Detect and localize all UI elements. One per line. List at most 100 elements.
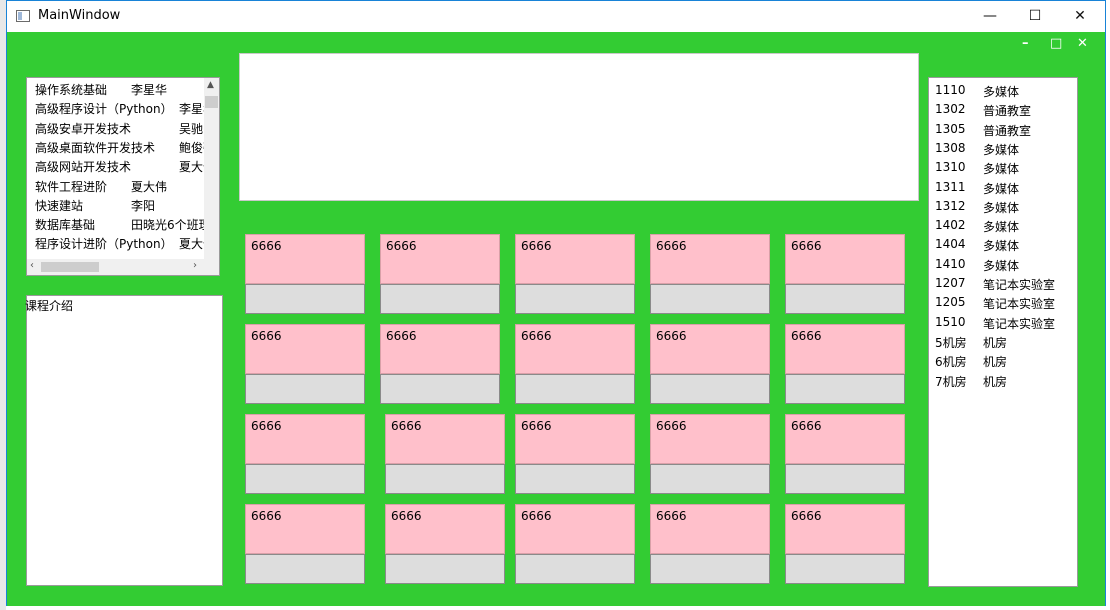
course-name: 快速建站 bbox=[35, 198, 84, 213]
room-number: 1310 bbox=[935, 160, 966, 175]
schedule-cell-slot[interactable] bbox=[650, 284, 770, 314]
schedule-cell-slot[interactable] bbox=[515, 374, 635, 404]
course-name: 软件工程进阶 bbox=[35, 179, 108, 194]
inner-close-button[interactable]: ✕ bbox=[1077, 36, 1088, 51]
maximize-button[interactable]: ☐ bbox=[1012, 1, 1058, 31]
room-type: 笔记本实验室 bbox=[983, 278, 1056, 292]
course-name: 高级程序设计（Python） bbox=[35, 102, 173, 117]
course-list[interactable]: 操作系统基础 李星华 高级程序设计（Python） 李星华 高级安卓开发技术 吴驰 高级桌面… bbox=[26, 77, 220, 276]
schedule-cell-slot[interactable] bbox=[245, 464, 365, 494]
schedule-cell-slot[interactable] bbox=[385, 464, 505, 494]
schedule-cell[interactable]: 6666 bbox=[515, 234, 635, 284]
schedule-cell-slot[interactable] bbox=[785, 554, 905, 584]
course-name: 程序设计进阶（Python） bbox=[35, 237, 173, 252]
schedule-cell-slot[interactable] bbox=[650, 554, 770, 584]
schedule-cell[interactable]: 6666 bbox=[245, 234, 365, 284]
schedule-cell-slot[interactable] bbox=[515, 464, 635, 494]
schedule-cell-label: 6666 bbox=[251, 419, 282, 433]
room-type: 普通教室 bbox=[983, 123, 1032, 138]
schedule-cell-slot[interactable] bbox=[515, 284, 635, 314]
schedule-cell[interactable]: 6666 bbox=[785, 324, 905, 374]
course-teacher: 夏大伟 bbox=[131, 179, 168, 194]
schedule-cell[interactable]: 6666 bbox=[785, 414, 905, 464]
schedule-cell[interactable]: 6666 bbox=[245, 414, 365, 464]
schedule-cell-label: 6666 bbox=[656, 239, 687, 253]
schedule-cell[interactable]: 6666 bbox=[245, 324, 365, 374]
scroll-right-icon[interactable]: › bbox=[193, 260, 197, 271]
schedule-cell[interactable]: 6666 bbox=[785, 234, 905, 284]
schedule-cell[interactable]: 6666 bbox=[380, 234, 500, 284]
schedule-cell[interactable]: 6666 bbox=[515, 504, 635, 554]
room-number: 1404 bbox=[935, 237, 966, 252]
room-type: 多媒体 bbox=[983, 258, 1020, 273]
room-list[interactable]: 1110 多媒体 1302 普通教室 1305 普通教室 1308 多媒体 1310 多媒体 131… bbox=[928, 77, 1078, 587]
schedule-cell[interactable]: 6666 bbox=[650, 324, 770, 374]
schedule-cell[interactable]: 6666 bbox=[650, 504, 770, 554]
inner-minimize-button[interactable]: – bbox=[1022, 36, 1029, 51]
course-list-horizontal-scrollbar[interactable]: ‹ › bbox=[27, 259, 205, 275]
schedule-cell[interactable]: 6666 bbox=[650, 234, 770, 284]
schedule-cell[interactable]: 6666 bbox=[380, 324, 500, 374]
schedule-cell-slot[interactable] bbox=[385, 554, 505, 584]
room-number: 1205 bbox=[935, 295, 966, 310]
room-number: 1402 bbox=[935, 218, 966, 233]
course-list-vertical-scrollbar[interactable]: ▲ bbox=[204, 78, 219, 260]
schedule-cell-label: 6666 bbox=[791, 239, 822, 253]
schedule-cell-slot[interactable] bbox=[785, 374, 905, 404]
schedule-cell[interactable]: 6666 bbox=[245, 504, 365, 554]
room-number: 7机房 bbox=[935, 374, 967, 389]
schedule-cell-label: 6666 bbox=[251, 239, 282, 253]
schedule-cell-label: 6666 bbox=[386, 239, 417, 253]
minimize-button[interactable]: — bbox=[967, 1, 1013, 31]
schedule-cell-label: 6666 bbox=[791, 419, 822, 433]
course-name: 数据库基础 bbox=[35, 218, 96, 233]
room-type: 多媒体 bbox=[983, 200, 1020, 215]
schedule-cell[interactable]: 6666 bbox=[385, 414, 505, 464]
schedule-cell-slot[interactable] bbox=[380, 284, 500, 314]
schedule-cell-slot[interactable] bbox=[650, 464, 770, 494]
schedule-cell-slot[interactable] bbox=[515, 554, 635, 584]
room-number: 1312 bbox=[935, 198, 966, 213]
room-type: 笔记本实验室 bbox=[983, 316, 1056, 331]
scroll-up-icon[interactable]: ▲ bbox=[207, 80, 214, 90]
schedule-cell-label: 6666 bbox=[656, 329, 687, 343]
schedule-cell-slot[interactable] bbox=[785, 284, 905, 314]
schedule-cell[interactable]: 6666 bbox=[785, 504, 905, 554]
scroll-left-icon[interactable]: ‹ bbox=[30, 260, 34, 271]
course-name: 操作系统基础 bbox=[35, 83, 108, 97]
schedule-cell[interactable]: 6666 bbox=[515, 324, 635, 374]
schedule-cell-slot[interactable] bbox=[245, 374, 365, 404]
display-box[interactable] bbox=[239, 53, 919, 201]
schedule-cell-label: 6666 bbox=[521, 239, 552, 253]
schedule-cell-label: 6666 bbox=[521, 419, 552, 433]
close-button[interactable]: ✕ bbox=[1057, 1, 1103, 31]
room-type: 多媒体 bbox=[983, 85, 1020, 99]
schedule-cell[interactable]: 6666 bbox=[515, 414, 635, 464]
inner-maximize-button[interactable]: □ bbox=[1050, 36, 1062, 51]
room-number: 1311 bbox=[935, 179, 966, 194]
app-icon bbox=[16, 10, 30, 22]
schedule-cell-label: 6666 bbox=[521, 329, 552, 343]
course-intro-panel[interactable]: 课程介绍 bbox=[25, 295, 223, 586]
course-teacher: 吴驰 bbox=[179, 121, 204, 136]
room-type: 多媒体 bbox=[983, 162, 1020, 177]
schedule-cell-label: 6666 bbox=[791, 329, 822, 343]
schedule-cell[interactable]: 6666 bbox=[650, 414, 770, 464]
room-number: 1305 bbox=[935, 121, 966, 136]
scroll-thumb[interactable] bbox=[41, 262, 99, 272]
course-teacher: 田晓光6个班理 bbox=[131, 218, 211, 233]
schedule-cell-slot[interactable] bbox=[650, 374, 770, 404]
schedule-cell-slot[interactable] bbox=[245, 554, 365, 584]
course-name: 高级网站开发技术 bbox=[35, 160, 132, 175]
schedule-cell[interactable]: 6666 bbox=[385, 504, 505, 554]
schedule-cell-slot[interactable] bbox=[785, 464, 905, 494]
room-number: 1302 bbox=[935, 102, 966, 117]
room-number: 1308 bbox=[935, 140, 966, 155]
room-type: 机房 bbox=[983, 374, 1008, 389]
scroll-thumb[interactable] bbox=[205, 96, 218, 108]
scroll-corner bbox=[203, 259, 219, 275]
room-type: 机房 bbox=[983, 355, 1008, 370]
schedule-cell-slot[interactable] bbox=[245, 284, 365, 314]
schedule-cell-slot[interactable] bbox=[380, 374, 500, 404]
room-type: 多媒体 bbox=[983, 142, 1020, 157]
